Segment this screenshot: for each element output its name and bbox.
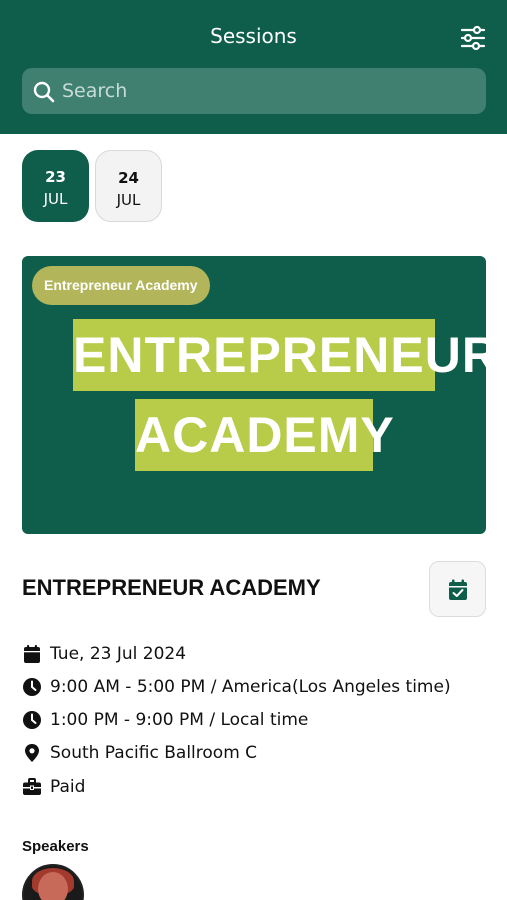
calendar-icon xyxy=(24,645,40,663)
filter-button[interactable] xyxy=(458,24,488,52)
date-chip-day: 24 xyxy=(118,169,139,187)
track-tag: Entrepreneur Academy xyxy=(32,266,210,305)
session-price-row: Paid xyxy=(22,775,85,799)
session-location-row: South Pacific Ballroom C xyxy=(22,741,257,765)
session-date-row: Tue, 23 Jul 2024 xyxy=(22,642,186,666)
search-icon xyxy=(33,81,55,103)
speakers-heading: Speakers xyxy=(22,838,89,855)
page-title: Sessions xyxy=(210,24,297,48)
date-chip-23-jul[interactable]: 23 JUL xyxy=(22,150,89,222)
session-time-local-row: 1:00 PM - 9:00 PM / Local time xyxy=(22,708,308,732)
search-input[interactable] xyxy=(62,68,472,114)
map-pin-icon xyxy=(25,744,39,762)
session-title: ENTREPRENEUR ACADEMY xyxy=(22,575,321,600)
session-price: Paid xyxy=(50,777,86,797)
date-chip-month: JUL xyxy=(43,190,68,208)
speaker-avatar[interactable] xyxy=(22,864,84,900)
session-date: Tue, 23 Jul 2024 xyxy=(50,644,187,664)
session-time-local: 1:00 PM - 9:00 PM / Local time xyxy=(50,710,309,730)
date-chip-24-jul[interactable]: 24 JUL xyxy=(95,150,162,222)
avatar-face xyxy=(38,872,68,900)
add-to-calendar-button[interactable] xyxy=(429,561,486,617)
search-bar[interactable] xyxy=(22,68,486,114)
banner-headline-line1: ENTREPRENEUR xyxy=(73,319,486,391)
top-app-bar: Sessions xyxy=(0,0,507,134)
calendar-check-icon xyxy=(449,579,467,600)
briefcase-icon xyxy=(23,778,41,795)
session-banner-image[interactable]: Entrepreneur Academy ENTREPRENEUR ACADEM… xyxy=(22,256,486,534)
clock-icon xyxy=(23,711,41,729)
date-chip-month: JUL xyxy=(116,191,141,209)
session-time-event-row: 9:00 AM - 5:00 PM / America(Los Angeles … xyxy=(22,675,451,699)
clock-icon xyxy=(23,678,41,696)
banner-headline-line2: ACADEMY xyxy=(135,399,394,471)
sliders-icon xyxy=(460,25,486,51)
date-chip-day: 23 xyxy=(45,168,66,186)
session-time-event: 9:00 AM - 5:00 PM / America(Los Angeles … xyxy=(50,677,451,697)
session-location: South Pacific Ballroom C xyxy=(50,743,258,763)
